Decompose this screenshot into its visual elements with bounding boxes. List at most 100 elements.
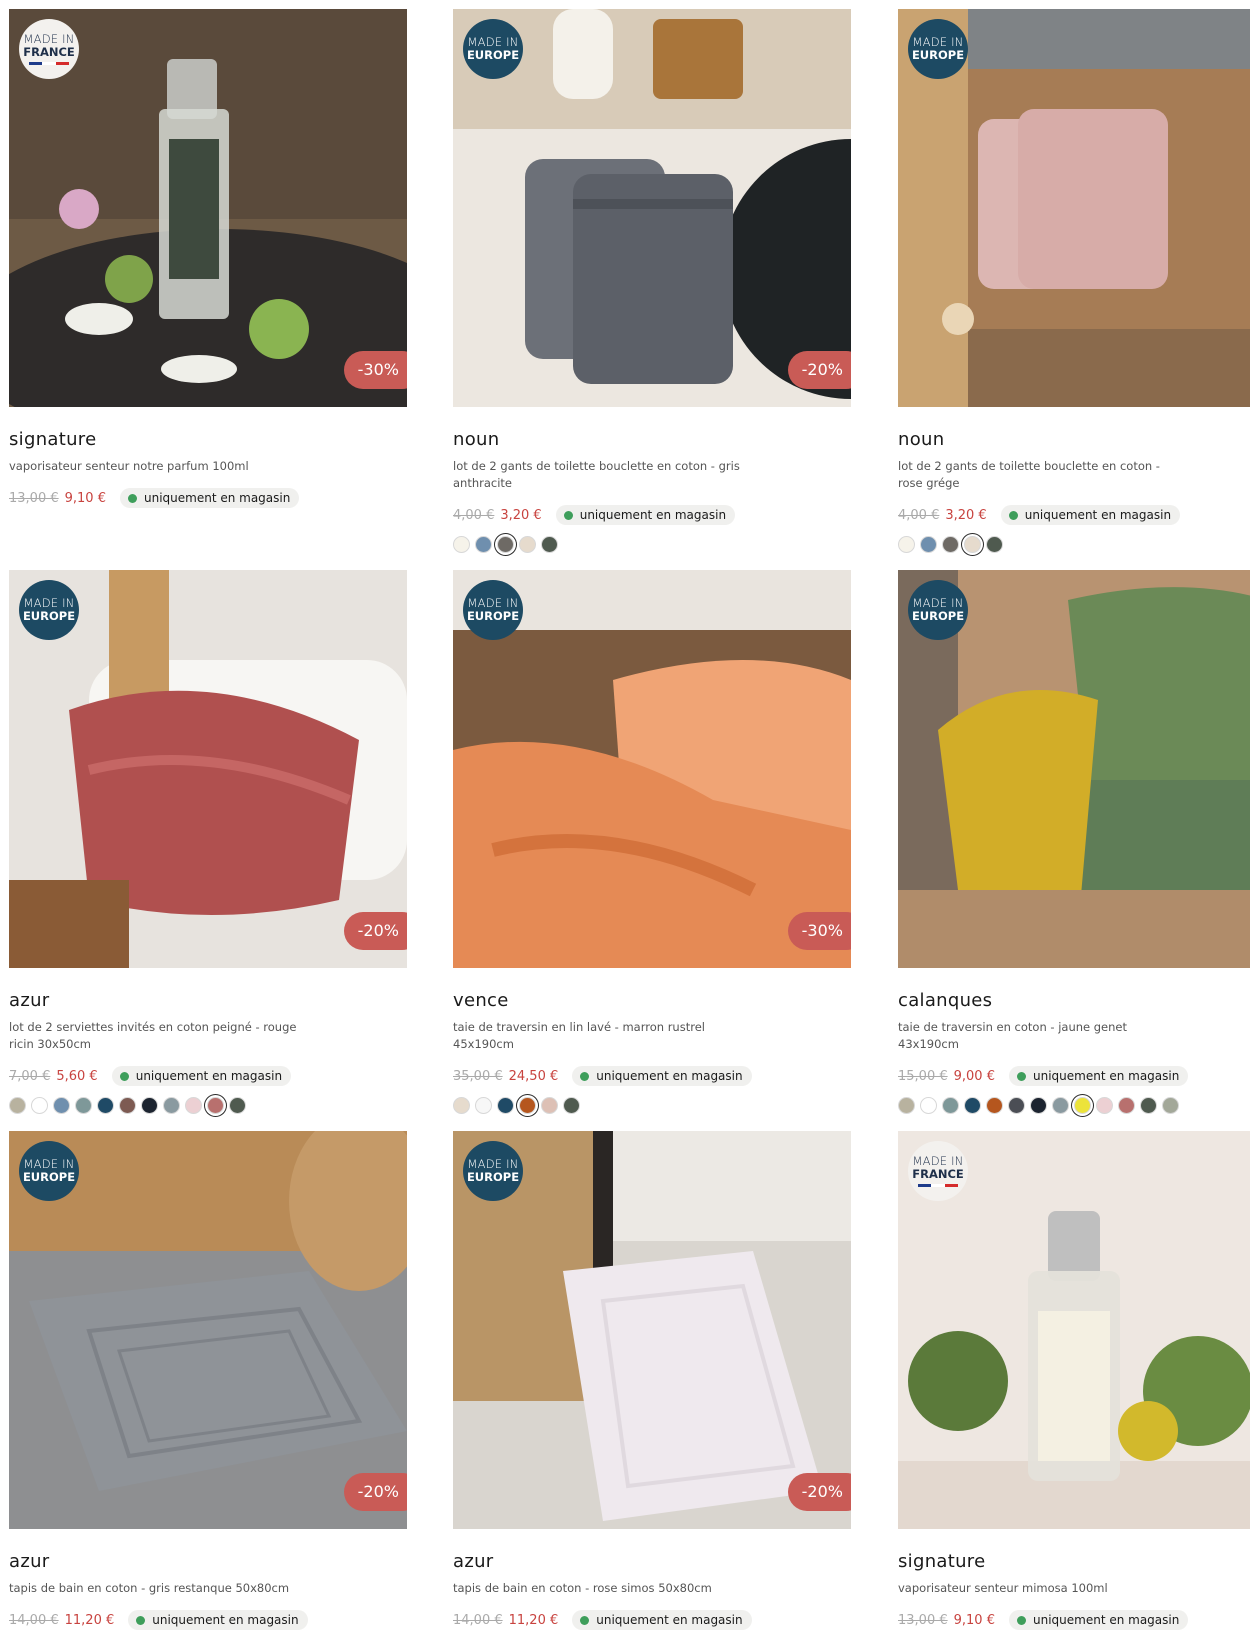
discount-badge: -30% [787,912,851,950]
product-card[interactable]: MADE IN EUROPE -30% vence taie de traver… [453,570,851,1114]
color-swatches [898,536,1250,553]
color-swatch[interactable] [453,1097,470,1114]
color-swatch[interactable] [986,536,1003,553]
color-swatch[interactable] [53,1097,70,1114]
product-card[interactable]: MADE IN EUROPE -20% azur lot de 2 servie… [9,570,407,1114]
color-swatch[interactable] [497,536,514,553]
color-swatch[interactable] [185,1097,202,1114]
color-swatch[interactable] [1162,1097,1179,1114]
product-card[interactable]: MADE IN EUROPE calanques taie de travers… [898,570,1250,1114]
color-swatch[interactable] [920,536,937,553]
product-image[interactable]: MADE IN EUROPE [898,570,1250,968]
old-price: 14,00 € [9,1612,59,1628]
price-row: 13,00 € 9,10 € uniquement en magasin [898,1609,1250,1631]
availability-dot-icon [1016,1071,1026,1081]
made-in-europe-badge: MADE IN EUROPE [19,1141,79,1201]
color-swatch[interactable] [519,1097,536,1114]
product-brand[interactable]: azur [9,1551,407,1572]
product-card[interactable]: MADE IN FRANCE -30% signature vaporisate… [9,9,407,509]
availability-dot-icon [563,510,573,520]
availability-badge: uniquement en magasin [128,1610,308,1630]
color-swatch[interactable] [1140,1097,1157,1114]
product-description[interactable]: lot de 2 serviettes invités en coton pei… [9,1019,299,1053]
product-brand[interactable]: calanques [898,990,1250,1011]
price-row: 35,00 € 24,50 € uniquement en magasin [453,1065,851,1087]
product-description[interactable]: vaporisateur senteur mimosa 100ml [898,1580,1188,1597]
color-swatch[interactable] [75,1097,92,1114]
discount-badge: -20% [343,1473,407,1511]
product-brand[interactable]: azur [9,990,407,1011]
color-swatch[interactable] [1118,1097,1135,1114]
color-swatch[interactable] [119,1097,136,1114]
product-brand[interactable]: azur [453,1551,851,1572]
color-swatch[interactable] [1008,1097,1025,1114]
product-description[interactable]: tapis de bain en coton - rose simos 50x8… [453,1580,743,1597]
color-swatch[interactable] [920,1097,937,1114]
made-in-europe-badge: MADE IN EUROPE [908,580,968,640]
discount-badge: -20% [787,351,851,389]
color-swatch[interactable] [1096,1097,1113,1114]
product-image[interactable]: MADE IN EUROPE -20% [453,1131,851,1529]
sale-price: 9,10 € [64,490,106,506]
color-swatch[interactable] [942,1097,959,1114]
discount-badge: -20% [787,1473,851,1511]
color-swatch[interactable] [1052,1097,1069,1114]
product-card[interactable]: MADE IN EUROPE -20% azur tapis de bain e… [453,1131,851,1631]
product-card[interactable]: MADE IN FRANCE signature vaporisateur se… [898,1131,1250,1631]
product-description[interactable]: tapis de bain en coton - gris restanque … [9,1580,299,1597]
color-swatch[interactable] [898,536,915,553]
color-swatch[interactable] [986,1097,1003,1114]
color-swatch[interactable] [563,1097,580,1114]
color-swatch[interactable] [1030,1097,1047,1114]
product-description[interactable]: lot de 2 gants de toilette bouclette en … [898,458,1188,492]
product-card[interactable]: MADE IN EUROPE -20% noun lot de 2 gants … [453,9,851,553]
product-brand[interactable]: vence [453,990,851,1011]
availability-badge: uniquement en magasin [572,1066,752,1086]
color-swatch[interactable] [1074,1097,1091,1114]
product-brand[interactable]: noun [898,429,1250,450]
color-swatch[interactable] [964,536,981,553]
product-grid: MADE IN FRANCE -30% signature vaporisate… [0,0,1250,1630]
color-swatch[interactable] [31,1097,48,1114]
product-brand[interactable]: signature [898,1551,1250,1572]
color-swatch[interactable] [475,536,492,553]
product-card[interactable]: MADE IN EUROPE noun lot de 2 gants de to… [898,9,1250,553]
product-image[interactable]: MADE IN EUROPE [898,9,1250,407]
product-description[interactable]: vaporisateur senteur notre parfum 100ml [9,458,299,475]
color-swatch[interactable] [519,536,536,553]
product-brand[interactable]: signature [9,429,407,450]
sale-price: 11,20 € [64,1612,115,1628]
color-swatch[interactable] [207,1097,224,1114]
sale-price: 5,60 € [56,1068,98,1084]
color-swatches [453,536,851,553]
color-swatch[interactable] [163,1097,180,1114]
product-description[interactable]: lot de 2 gants de toilette bouclette en … [453,458,743,492]
color-swatch[interactable] [475,1097,492,1114]
color-swatch[interactable] [964,1097,981,1114]
color-swatch[interactable] [942,536,959,553]
color-swatch[interactable] [541,536,558,553]
color-swatch[interactable] [453,536,470,553]
old-price: 15,00 € [898,1068,948,1084]
product-image[interactable]: MADE IN EUROPE -20% [453,9,851,407]
product-image[interactable]: MADE IN EUROPE -30% [453,570,851,968]
product-image[interactable]: MADE IN EUROPE -20% [9,570,407,968]
color-swatch[interactable] [97,1097,114,1114]
availability-badge: uniquement en magasin [1008,1610,1189,1630]
product-image[interactable]: MADE IN FRANCE -30% [9,9,407,407]
product-image[interactable]: MADE IN EUROPE -20% [9,1131,407,1529]
color-swatch[interactable] [141,1097,158,1114]
made-in-europe-badge: MADE IN EUROPE [463,1141,523,1201]
availability-dot-icon [1008,510,1018,520]
made-in-europe-badge: MADE IN EUROPE [463,580,523,640]
product-description[interactable]: taie de traversin en coton - jaune genet… [898,1019,1188,1053]
product-image[interactable]: MADE IN FRANCE [898,1131,1250,1529]
product-card[interactable]: MADE IN EUROPE -20% azur tapis de bain e… [9,1131,407,1631]
product-description[interactable]: taie de traversin en lin lavé - marron r… [453,1019,743,1053]
color-swatch[interactable] [229,1097,246,1114]
color-swatch[interactable] [541,1097,558,1114]
color-swatch[interactable] [9,1097,26,1114]
product-brand[interactable]: noun [453,429,851,450]
color-swatch[interactable] [497,1097,514,1114]
color-swatch[interactable] [898,1097,915,1114]
